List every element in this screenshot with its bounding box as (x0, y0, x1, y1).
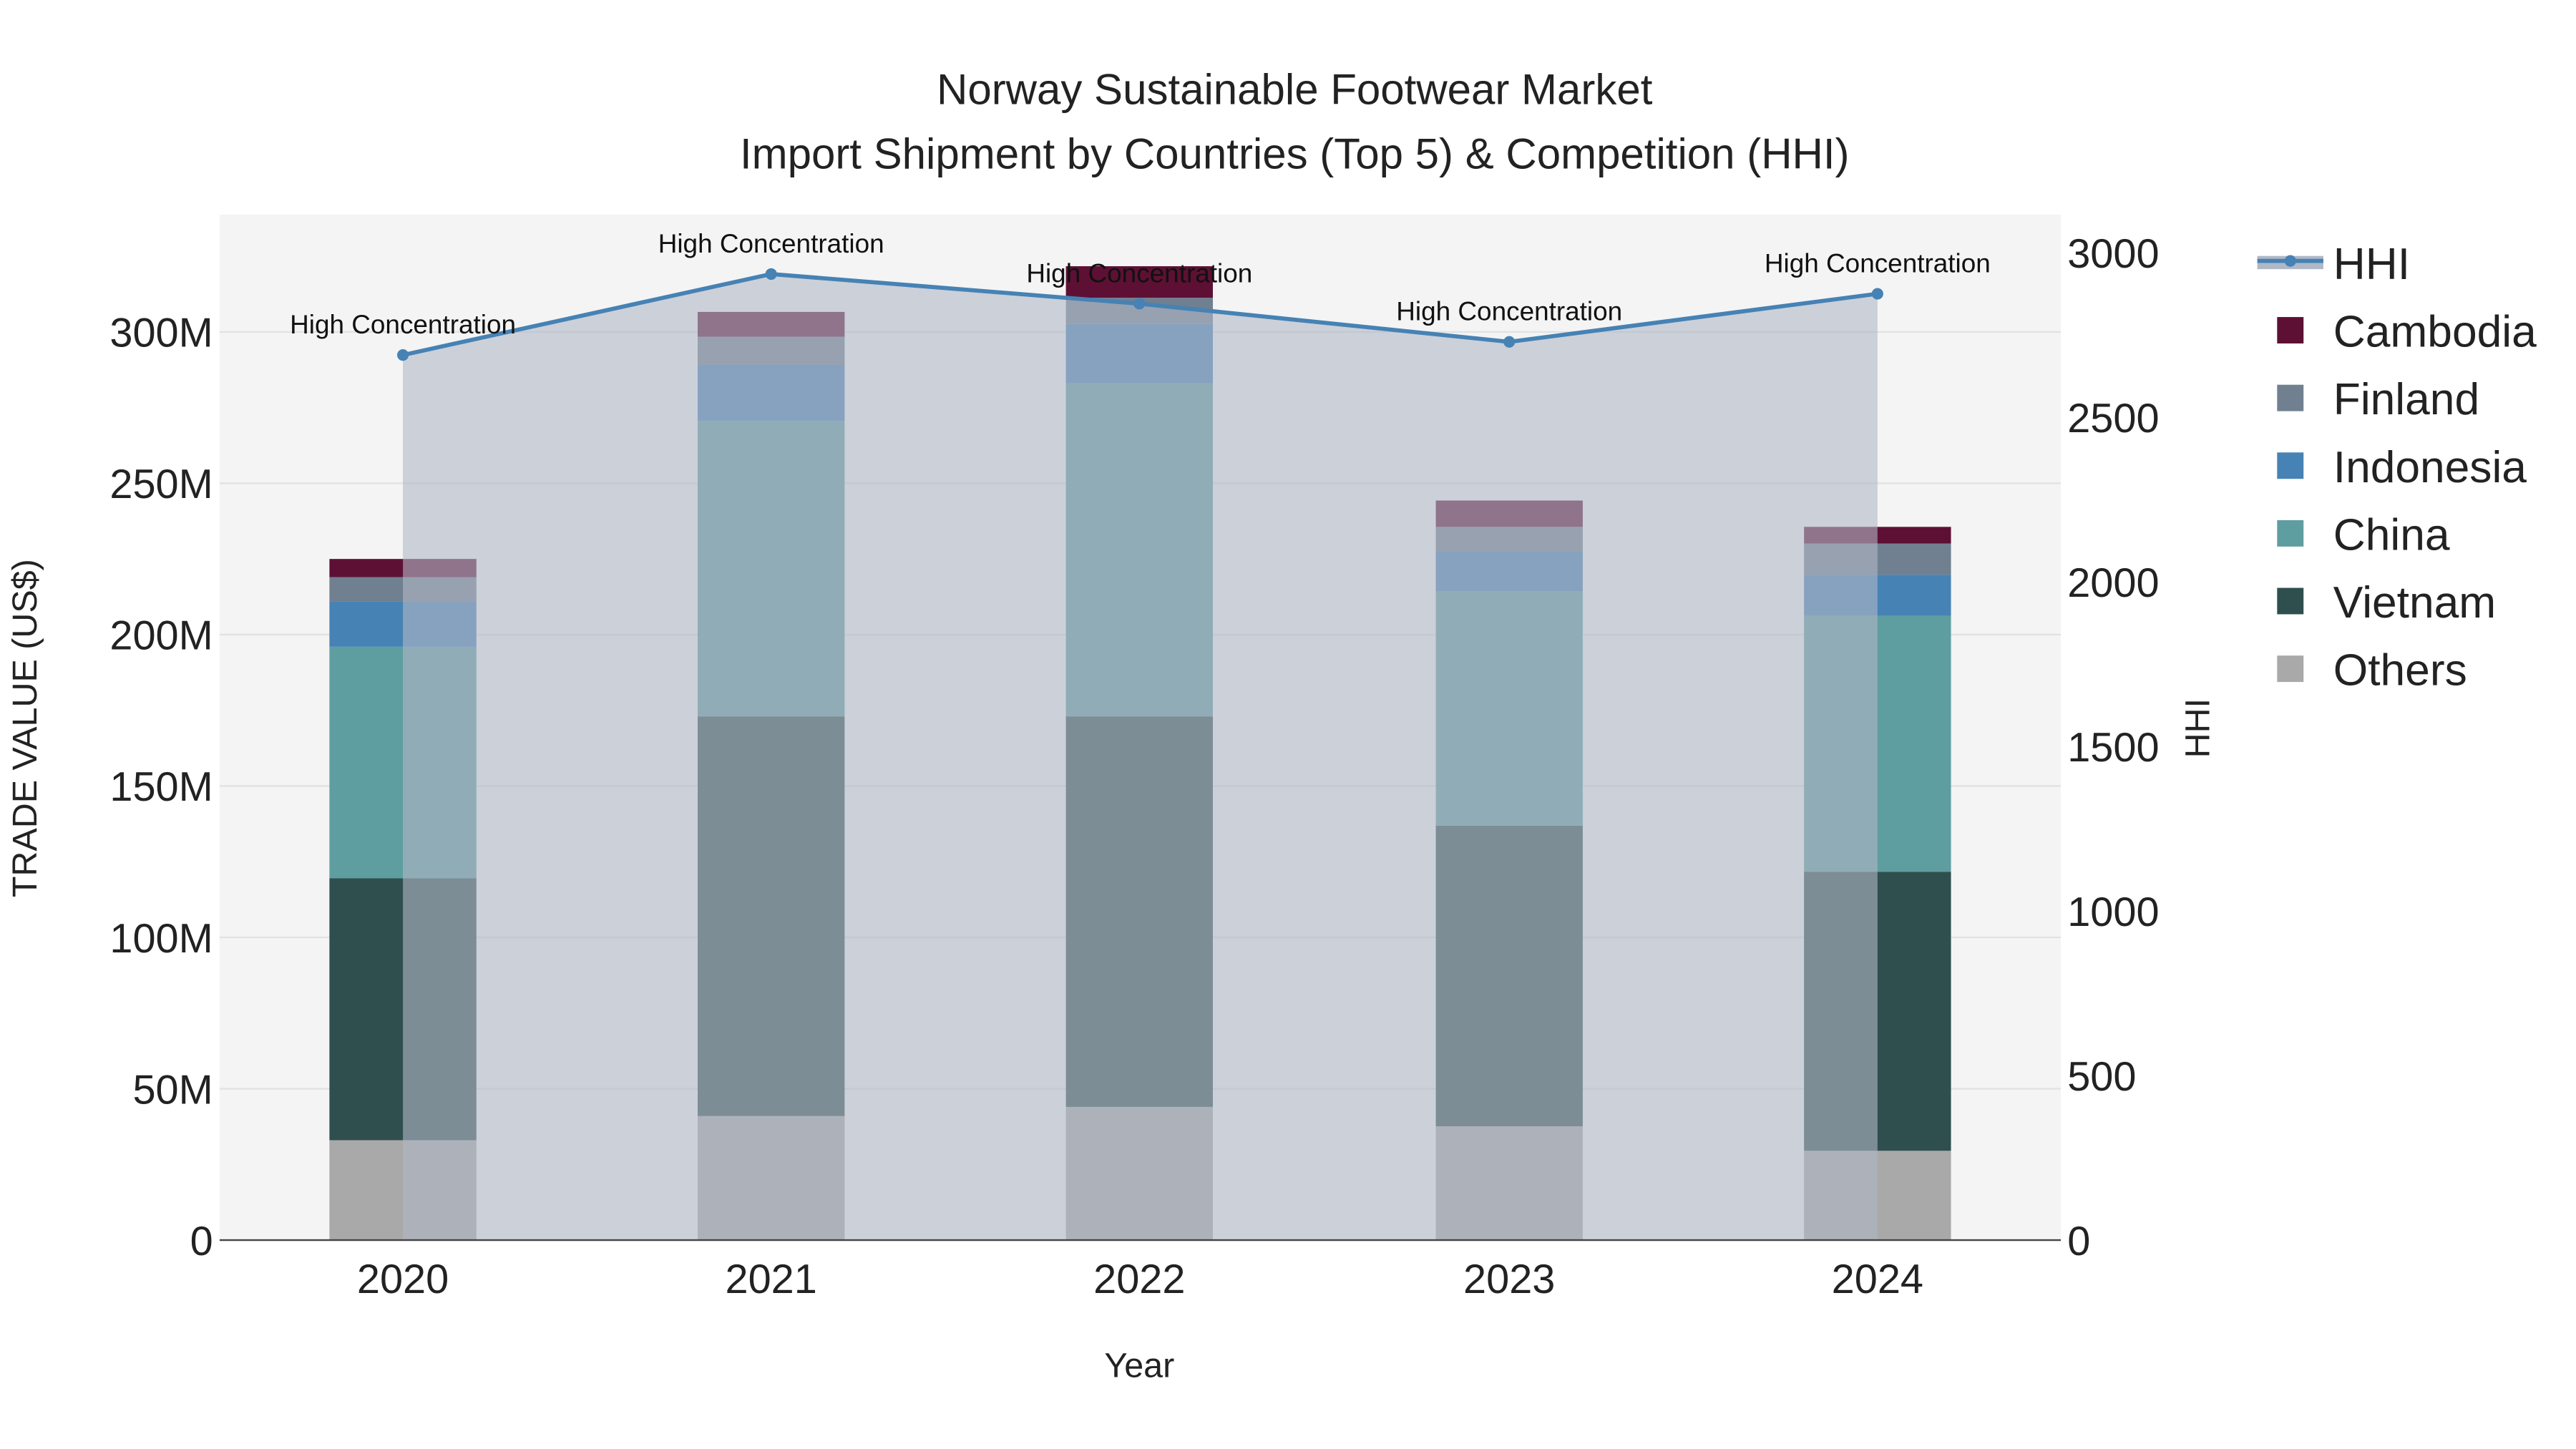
legend-label: Others (2333, 646, 2467, 696)
hhi-annotation: High Concentration (1026, 258, 1252, 288)
y-tick-label: 50M (132, 1067, 213, 1113)
legend-label: Vietnam (2333, 578, 2496, 628)
legend-marker-hhi (2284, 255, 2296, 267)
legend-label: HHI (2333, 240, 2410, 289)
y-tick-label: 200M (109, 613, 213, 659)
y2-tick-label: 500 (2067, 1054, 2136, 1100)
chart-subtitle: Import Shipment by Countries (Top 5) & C… (740, 130, 1850, 177)
y-tick-label: 250M (109, 462, 213, 507)
y2-tick-label: 3000 (2067, 231, 2159, 277)
x-tick-label: 2022 (1093, 1257, 1185, 1302)
legend-swatch-china (2277, 519, 2304, 547)
y-tick-label: 0 (190, 1219, 213, 1264)
legend-swatch-vietnam (2277, 587, 2304, 615)
hhi-annotation: High Concentration (658, 229, 884, 258)
y2-tick-label: 1500 (2067, 725, 2159, 771)
chart: Norway Sustainable Footwear Market Impor… (6, 65, 2537, 1385)
x-tick-label: 2023 (1463, 1257, 1555, 1302)
hhi-point (397, 349, 409, 361)
hhi-annotation: High Concentration (1396, 297, 1622, 326)
y2-tick-label: 1000 (2067, 889, 2159, 935)
legend-label: China (2333, 510, 2450, 560)
y2-axis-label: HHI (2179, 698, 2218, 758)
hhi-point (1133, 298, 1146, 310)
y-tick-label: 150M (109, 764, 213, 810)
x-axis-label: Year (1104, 1347, 1174, 1385)
hhi-point (1871, 288, 1883, 300)
hhi-point (1503, 336, 1516, 348)
legend-label: Cambodia (2333, 308, 2537, 357)
hhi-point (765, 268, 777, 280)
legend-swatch-indonesia (2277, 452, 2304, 479)
y2-tick-label: 0 (2067, 1219, 2090, 1264)
legend-label: Indonesia (2333, 443, 2527, 492)
x-tick-label: 2020 (357, 1257, 449, 1302)
x-tick-label: 2021 (726, 1257, 817, 1302)
legend-swatch-others (2277, 655, 2304, 683)
y-tick-label: 100M (109, 916, 213, 962)
y2-tick-label: 2500 (2067, 396, 2159, 441)
hhi-annotation: High Concentration (290, 310, 516, 339)
legend-swatch-cambodia (2277, 317, 2304, 343)
y-tick-label: 300M (109, 311, 213, 356)
y-axis-label: TRADE VALUE (US$) (6, 559, 44, 897)
hhi-area (403, 273, 1878, 1241)
y2-tick-label: 2000 (2067, 560, 2159, 606)
legend-label: Finland (2333, 375, 2479, 424)
x-tick-label: 2024 (1832, 1257, 1923, 1302)
legend-swatch-finland (2277, 384, 2304, 411)
chart-title: Norway Sustainable Footwear Market (937, 65, 1653, 113)
hhi-annotation: High Concentration (1765, 249, 1991, 278)
